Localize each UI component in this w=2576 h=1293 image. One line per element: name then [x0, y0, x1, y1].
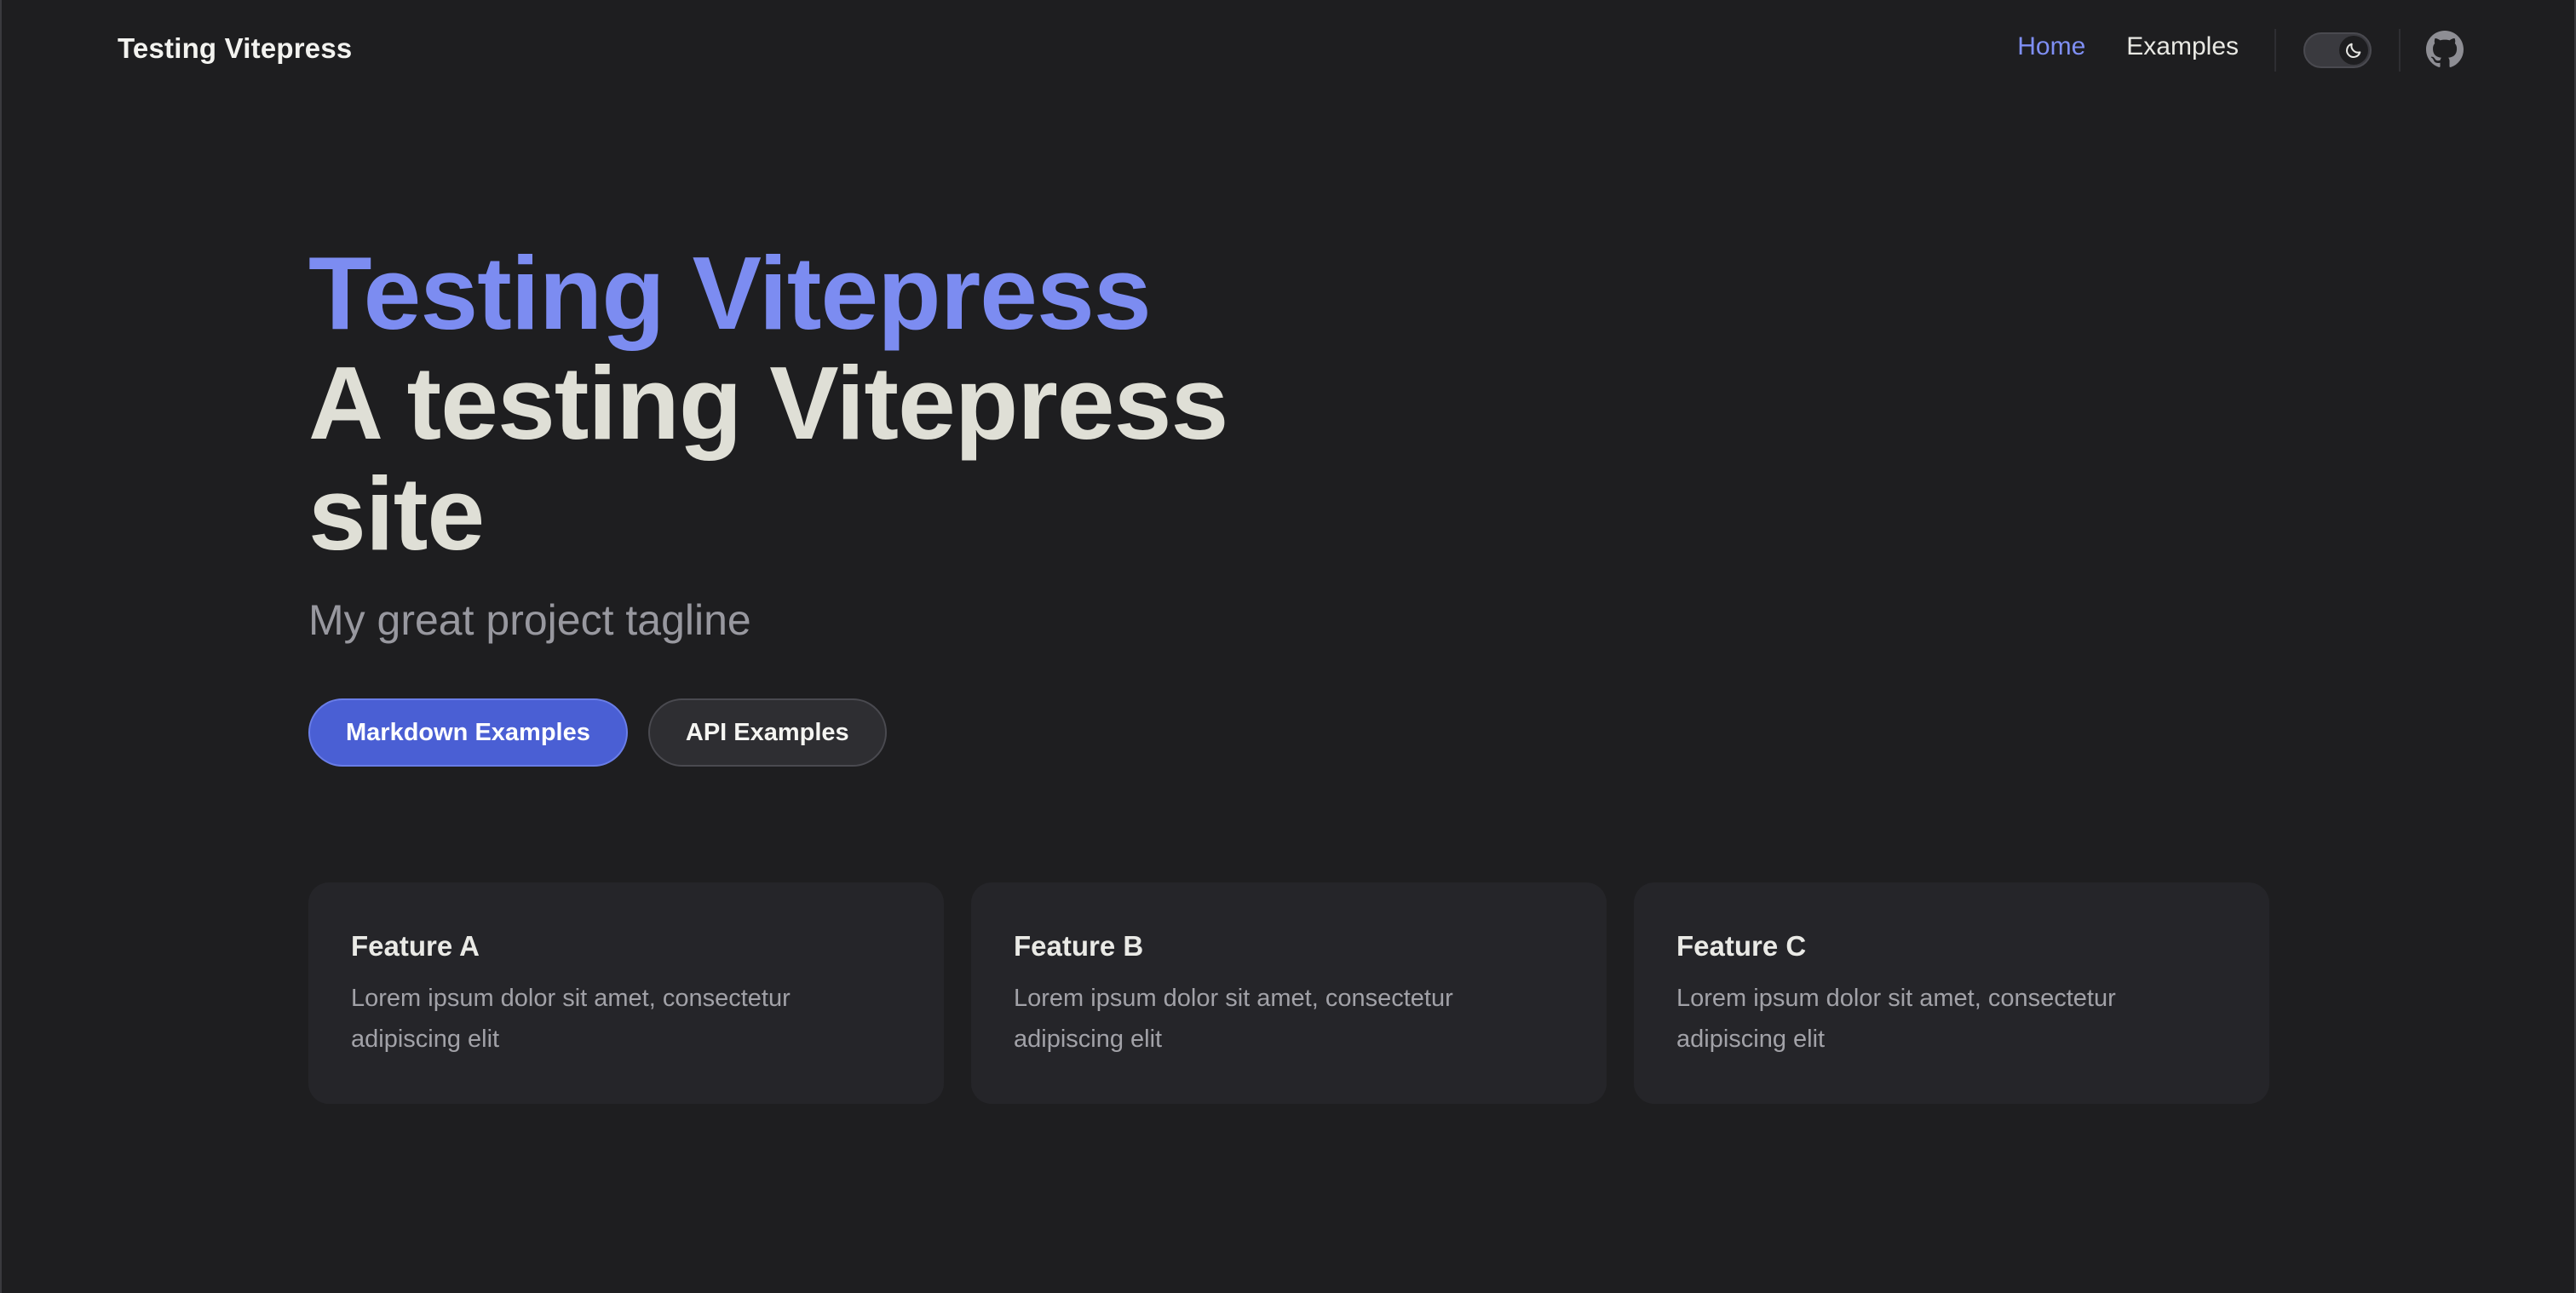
- github-icon: [2426, 31, 2464, 67]
- hero-name: Testing Vitepress: [308, 235, 1152, 351]
- feature-details: Lorem ipsum dolor sit amet, consectetur …: [1014, 985, 1453, 1053]
- feature-card-c: Feature C Lorem ipsum dolor sit amet, co…: [1634, 882, 2269, 1104]
- feature-card-a: Feature A Lorem ipsum dolor sit amet, co…: [308, 882, 944, 1104]
- hero: Testing Vitepress A testing Vitepress si…: [308, 238, 1331, 767]
- page: Testing Vitepress Home Examples Testing …: [0, 0, 2576, 1293]
- hero-tagline: My great project tagline: [308, 596, 751, 644]
- feature-card-b: Feature B Lorem ipsum dolor sit amet, co…: [971, 882, 1607, 1104]
- feature-title: Feature B: [1014, 930, 1144, 962]
- moon-icon: [2346, 43, 2361, 58]
- hero-actions: Markdown Examples API Examples: [308, 698, 1331, 767]
- toggle-knob: [2339, 36, 2368, 65]
- appearance-toggle[interactable]: [2303, 32, 2372, 68]
- nav-divider: [2274, 29, 2276, 72]
- top-nav: Testing Vitepress Home Examples: [2, 0, 2574, 101]
- markdown-examples-button[interactable]: Markdown Examples: [308, 698, 628, 767]
- feature-title: Feature C: [1676, 930, 1807, 962]
- feature-details: Lorem ipsum dolor sit amet, consectetur …: [1676, 985, 2116, 1053]
- site-title-link[interactable]: Testing Vitepress: [118, 32, 352, 65]
- github-link[interactable]: [2426, 31, 2464, 68]
- feature-details: Lorem ipsum dolor sit amet, consectetur …: [351, 985, 791, 1053]
- nav-link-home[interactable]: Home: [2017, 32, 2085, 61]
- nav-divider: [2399, 29, 2401, 72]
- feature-title: Feature A: [351, 930, 480, 962]
- nav-links: Home Examples: [2017, 32, 2239, 61]
- nav-link-examples[interactable]: Examples: [2126, 32, 2239, 61]
- hero-heading: Testing Vitepress A testing Vitepress si…: [308, 238, 1331, 569]
- features: Feature A Lorem ipsum dolor sit amet, co…: [308, 882, 2269, 1104]
- hero-text: A testing Vitepress site: [308, 345, 1228, 572]
- api-examples-button[interactable]: API Examples: [647, 698, 887, 767]
